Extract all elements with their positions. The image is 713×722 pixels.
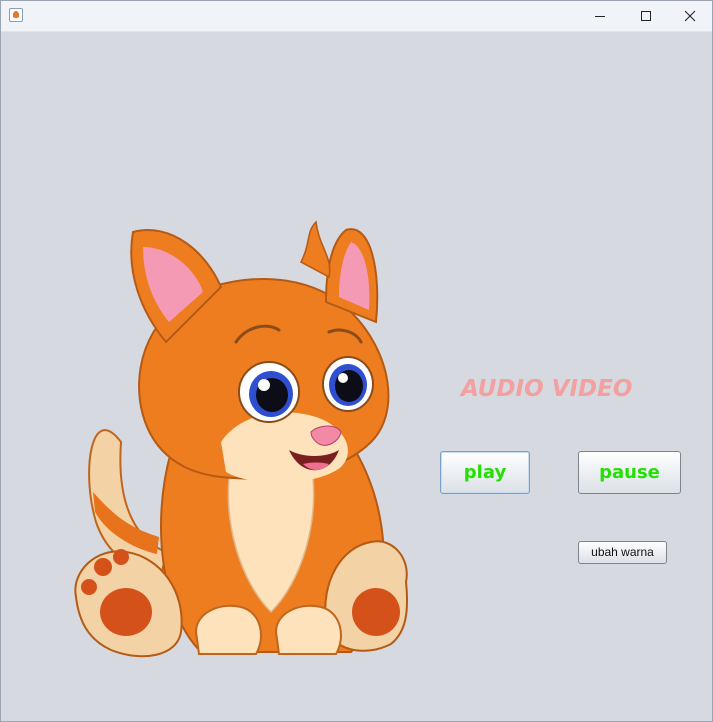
minimize-icon	[595, 16, 605, 17]
pause-button[interactable]: pause	[578, 451, 681, 494]
java-icon[interactable]	[9, 8, 23, 22]
maximize-button[interactable]	[623, 1, 669, 31]
kitten-image	[74, 220, 409, 658]
close-button[interactable]	[667, 1, 712, 31]
minimize-button[interactable]	[577, 1, 623, 31]
close-icon	[684, 10, 696, 22]
change-color-button[interactable]: ubah warna	[578, 541, 667, 564]
play-button[interactable]: play	[440, 451, 530, 494]
maximize-icon	[641, 11, 651, 21]
app-window: AUDIO VIDEO play pause ubah warna	[0, 0, 713, 722]
title-bar[interactable]	[1, 1, 712, 32]
content-panel: AUDIO VIDEO play pause ubah warna	[1, 32, 712, 721]
page-title: AUDIO VIDEO	[461, 376, 633, 402]
